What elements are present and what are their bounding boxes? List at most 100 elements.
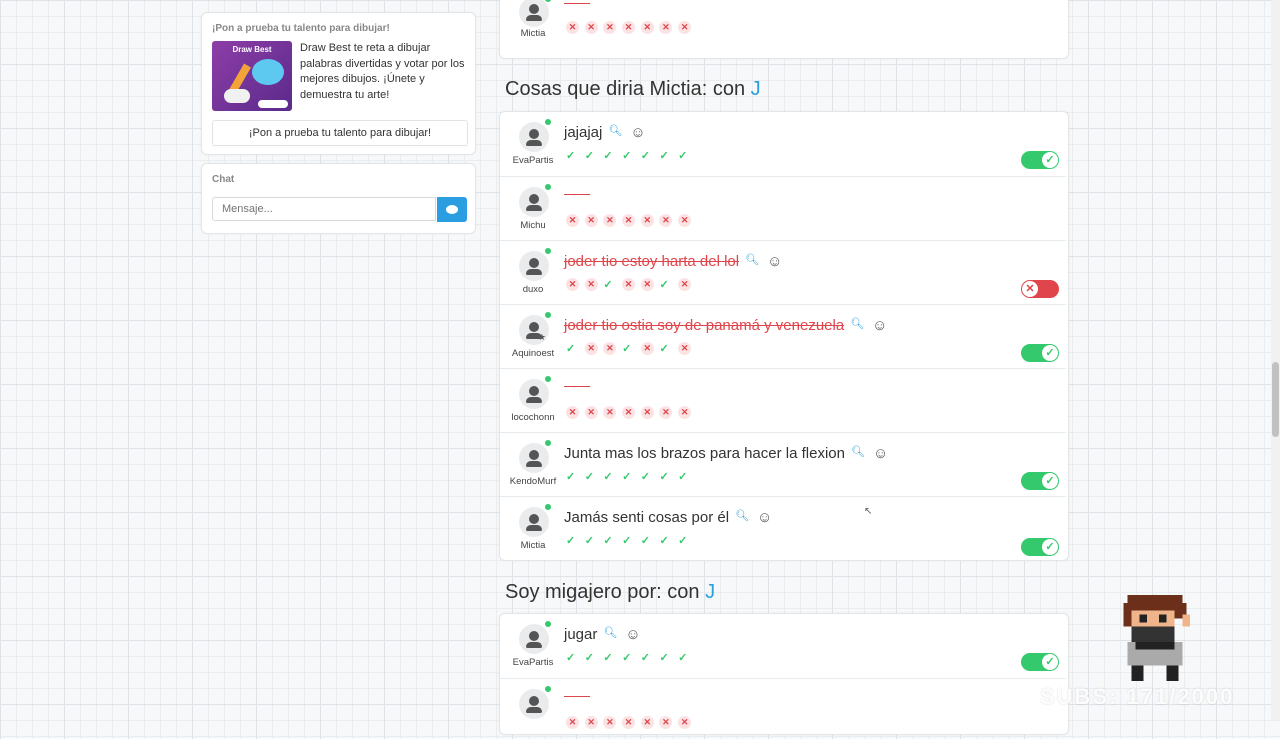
cross-icon: ✕ bbox=[678, 278, 697, 291]
search-icon[interactable]: 🔍︎ bbox=[745, 253, 759, 266]
online-indicator bbox=[545, 621, 551, 627]
username: Michu bbox=[520, 220, 546, 231]
cross-icon: ✕ bbox=[640, 278, 660, 291]
cross-icon: ✕ bbox=[603, 406, 622, 419]
search-icon[interactable]: 🔍︎ bbox=[603, 626, 617, 639]
add-reaction-icon[interactable]: ☺ bbox=[873, 445, 888, 462]
check-icon: ✓ bbox=[566, 343, 576, 355]
search-icon[interactable]: 🔍︎ bbox=[851, 445, 865, 458]
search-icon[interactable]: 🔍︎ bbox=[608, 124, 622, 137]
votes: ✓ ✓ ✓ ✓ ✓ ✓ ✓ bbox=[566, 651, 697, 664]
validity-toggle[interactable]: ✓ bbox=[1021, 653, 1059, 671]
chat-message-input[interactable] bbox=[212, 197, 436, 221]
online-indicator bbox=[545, 248, 551, 254]
cross-icon: ✕ bbox=[640, 214, 660, 227]
cross-icon: ✕ bbox=[622, 406, 641, 419]
ad-image[interactable]: Draw Best bbox=[212, 41, 292, 111]
votes: ✓ ✓ ✓ ✓ ✓ ✓ ✓ bbox=[566, 534, 697, 547]
ad-description: Draw Best te reta a dibujar palabras div… bbox=[300, 42, 465, 101]
cross-icon: ✕ bbox=[603, 342, 622, 355]
ad-card: ¡Pon a prueba tu talento para dibujar! D… bbox=[201, 12, 476, 155]
votes: ✓ ✕ ✕ ✓ ✕ ✓ ✕ bbox=[566, 342, 697, 355]
votes: ✕ ✕ ✕ ✕ ✕ ✕ ✕ bbox=[566, 214, 697, 227]
check-icon: ✓ bbox=[659, 535, 669, 547]
check-icon: ✓ bbox=[1042, 473, 1058, 489]
cross-icon: ✕ bbox=[603, 214, 622, 227]
validity-toggle[interactable]: ✕ bbox=[1021, 280, 1059, 298]
add-reaction-icon[interactable]: ☺ bbox=[757, 509, 772, 526]
check-icon: ✓ bbox=[584, 535, 594, 547]
category-title: Cosas que diria Mictia: con J bbox=[505, 78, 761, 101]
check-icon: ✓ bbox=[678, 535, 688, 547]
cross-icon: ✕ bbox=[678, 406, 697, 419]
page-scrollbar[interactable] bbox=[1271, 0, 1280, 720]
cross-icon: ✕ bbox=[659, 406, 678, 419]
check-icon: ✓ bbox=[659, 343, 669, 355]
answers-card: EvaPartis jugar 🔍︎ ☺ ✓ ✓ ✓ ✓ ✓ ✓ ✓ ✓ ✕ ✕ ✕ ✕ ✕ ✕ ✕ bbox=[499, 613, 1069, 735]
check-icon: ✓ bbox=[603, 535, 613, 547]
answer-row: Mictia Jamás senti cosas por él 🔍︎ ☺ ✓ ✓ ✓ ✓ ✓ ✓ ✓… bbox=[500, 496, 1066, 563]
cross-icon: ✕ bbox=[584, 716, 604, 729]
votes: ✕ ✕ ✕ ✕ ✕ ✕ ✕ bbox=[566, 21, 697, 34]
answer-text: Junta mas los brazos para hacer la flexi… bbox=[564, 445, 888, 462]
validity-toggle[interactable]: ✓ bbox=[1021, 472, 1059, 490]
votes: ✕ ✕ ✕ ✕ ✕ ✕ ✕ bbox=[566, 406, 697, 419]
check-icon: ✓ bbox=[659, 279, 669, 291]
add-reaction-icon[interactable]: ☺ bbox=[872, 317, 887, 334]
cross-icon: ✕ bbox=[678, 21, 697, 34]
validity-toggle[interactable]: ✓ bbox=[1021, 151, 1059, 169]
category-title-text: Cosas que diria Mictia: con bbox=[505, 78, 746, 100]
add-reaction-icon[interactable]: ☺ bbox=[630, 124, 645, 141]
cross-icon: ✕ bbox=[603, 716, 622, 729]
online-indicator bbox=[545, 119, 551, 125]
add-reaction-icon[interactable]: ☺ bbox=[625, 626, 640, 643]
search-icon[interactable]: 🔍︎ bbox=[850, 317, 864, 330]
cross-icon: ✕ bbox=[584, 278, 604, 291]
subs-counter: SUBS: 171/2000 bbox=[1040, 684, 1235, 709]
category-title: Soy migajero por: con J bbox=[505, 581, 715, 604]
user-avatar-icon bbox=[519, 443, 549, 473]
empty-answer-dash bbox=[564, 386, 590, 387]
check-icon: ✓ bbox=[622, 343, 632, 355]
chat-title: Chat bbox=[212, 174, 235, 185]
answer-row: ★ Aquinoest joder tio ostia soy de panamá … bbox=[500, 304, 1066, 369]
username: KendoMurf bbox=[509, 476, 557, 487]
validity-toggle[interactable]: ✓ bbox=[1021, 538, 1059, 556]
votes: ✓ ✓ ✓ ✓ ✓ ✓ ✓ bbox=[566, 470, 697, 483]
check-icon: ✓ bbox=[640, 471, 650, 483]
check-icon: ✓ bbox=[678, 150, 688, 162]
cross-icon: ✕ bbox=[622, 716, 641, 729]
search-icon[interactable]: 🔍︎ bbox=[735, 509, 749, 522]
check-icon: ✓ bbox=[622, 652, 632, 664]
check-icon: ✓ bbox=[678, 471, 688, 483]
empty-answer-dash bbox=[564, 696, 590, 697]
votes: ✕ ✕ ✓ ✕ ✕ ✓ ✕ bbox=[566, 278, 697, 291]
previous-answers-card: Mictia ✕ ✕ ✕ ✕ ✕ ✕ ✕ bbox=[499, 0, 1069, 59]
answer-row: duxo joder tio estoy harta del lol 🔍︎ ☺ ✕ ✕ ✓ ✕… bbox=[500, 240, 1066, 305]
answer-row: locochonn ✕ ✕ ✕ ✕ ✕ ✕ ✕ bbox=[500, 368, 1066, 433]
answer-text: jugar 🔍︎ ☺ bbox=[564, 626, 641, 643]
answer-text: joder tio ostia soy de panamá y venezuel… bbox=[564, 317, 887, 334]
check-icon: ✓ bbox=[584, 652, 594, 664]
answer-value: jugar bbox=[564, 626, 598, 643]
chat-send-button[interactable] bbox=[437, 197, 467, 222]
add-reaction-icon[interactable]: ☺ bbox=[767, 253, 782, 270]
cross-icon: ✕ bbox=[622, 214, 641, 227]
answer-text: jajajaj 🔍︎ ☺ bbox=[564, 124, 646, 141]
user-avatar-icon bbox=[519, 187, 549, 217]
answer-value: jajajaj bbox=[564, 124, 603, 141]
cross-icon: ✕ bbox=[603, 21, 622, 34]
scrollbar-thumb[interactable] bbox=[1272, 362, 1279, 437]
username: EvaPartis bbox=[512, 155, 554, 166]
validity-toggle[interactable]: ✓ bbox=[1021, 344, 1059, 362]
check-icon: ✓ bbox=[566, 471, 576, 483]
online-indicator bbox=[545, 504, 551, 510]
user-avatar-icon: ★ bbox=[519, 315, 549, 345]
username: Mictia bbox=[520, 540, 546, 551]
check-icon: ✓ bbox=[584, 150, 594, 162]
ad-cta-button[interactable]: ¡Pon a prueba tu talento para dibujar! bbox=[212, 120, 468, 146]
username: duxo bbox=[522, 284, 544, 295]
ad-image-blob bbox=[252, 59, 284, 85]
category-letter: J bbox=[705, 581, 716, 603]
answer-text: joder tio estoy harta del lol 🔍︎ ☺ bbox=[564, 253, 782, 270]
